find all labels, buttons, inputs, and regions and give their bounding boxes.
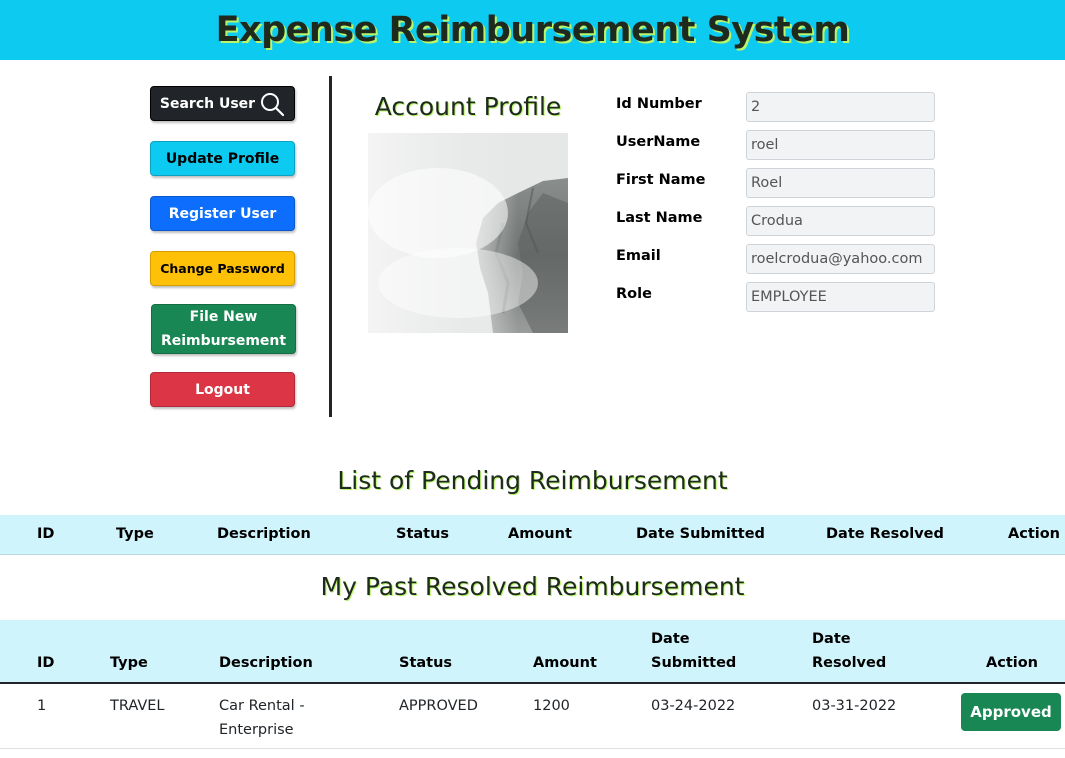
pending-col-description: Description [217,526,311,542]
register-user-button[interactable]: Register User [150,196,295,231]
role-field[interactable]: EMPLOYEE [746,282,935,312]
file-label-line2: Reimbursement [160,333,287,349]
change-password-button[interactable]: Change Password [150,251,295,286]
row-amount: 1200 [533,698,570,714]
pending-col-id: ID [37,526,55,542]
table-row: 1 TRAVEL Car Rental - Enterprise APPROVE… [0,686,1065,749]
last-name-field[interactable]: Crodua [746,206,935,236]
approved-button[interactable]: Approved [961,693,1061,731]
resolved-table-header: ID Type Description Status Amount Date S… [0,620,1065,684]
resolved-col-date-resolved-line1: Date [812,631,851,647]
row-description-line2: Enterprise [219,722,294,738]
email-label: Email [616,248,661,264]
update-profile-button[interactable]: Update Profile [150,141,295,176]
resolved-col-type: Type [110,655,148,671]
id-number-label: Id Number [616,96,702,112]
resolved-col-status: Status [399,655,453,671]
pending-col-amount: Amount [508,526,572,542]
app-title: Expense Reimbursement System [215,10,850,50]
row-date-resolved: 03-31-2022 [812,698,897,714]
pending-col-action: Action [1008,526,1061,542]
search-user-label: Search User [159,95,256,112]
resolved-col-date-submitted-line1: Date [651,631,690,647]
row-id: 1 [37,698,47,714]
file-new-reimbursement-button[interactable]: File New Reimbursement [151,304,296,354]
first-name-field[interactable]: Roel [746,168,935,198]
resolved-col-action: Action [986,655,1039,671]
row-date-submitted: 03-24-2022 [651,698,736,714]
row-type: TRAVEL [110,698,165,714]
pending-table-header: ID Type Description Status Amount Date S… [0,515,1065,555]
row-description-line1: Car Rental - [219,698,305,714]
resolved-col-date-submitted-line2: Submitted [651,655,737,671]
pending-title: List of Pending Reimbursement [337,466,728,495]
resolved-col-description: Description [219,655,313,671]
row-status: APPROVED [399,698,478,714]
username-field[interactable]: roel [746,130,935,160]
resolved-col-amount: Amount [533,655,597,671]
mountain-fog-image [368,133,568,333]
pending-col-status: Status [396,526,450,542]
username-label: UserName [616,134,701,150]
logout-button[interactable]: Logout [150,372,295,407]
role-label: Role [616,286,652,302]
resolved-title: My Past Resolved Reimbursement [320,572,745,601]
resolved-col-id: ID [37,655,55,671]
sidebar-divider [329,76,332,417]
file-label-line1: File New [189,309,258,325]
search-icon [261,92,285,116]
profile-title: Account Profile [374,92,562,121]
resolved-col-date-resolved-line2: Resolved [812,655,887,671]
last-name-label: Last Name [616,210,703,226]
pending-col-type: Type [116,526,154,542]
id-number-field[interactable]: 2 [746,92,935,122]
first-name-label: First Name [616,172,706,188]
search-user-button[interactable]: Search User [150,86,295,121]
pending-col-date-submitted: Date Submitted [636,526,765,542]
profile-photo [368,133,568,333]
app-header: Expense Reimbursement System [0,0,1065,60]
email-field[interactable]: roelcrodua@yahoo.com [746,244,935,274]
pending-col-date-resolved: Date Resolved [826,526,944,542]
